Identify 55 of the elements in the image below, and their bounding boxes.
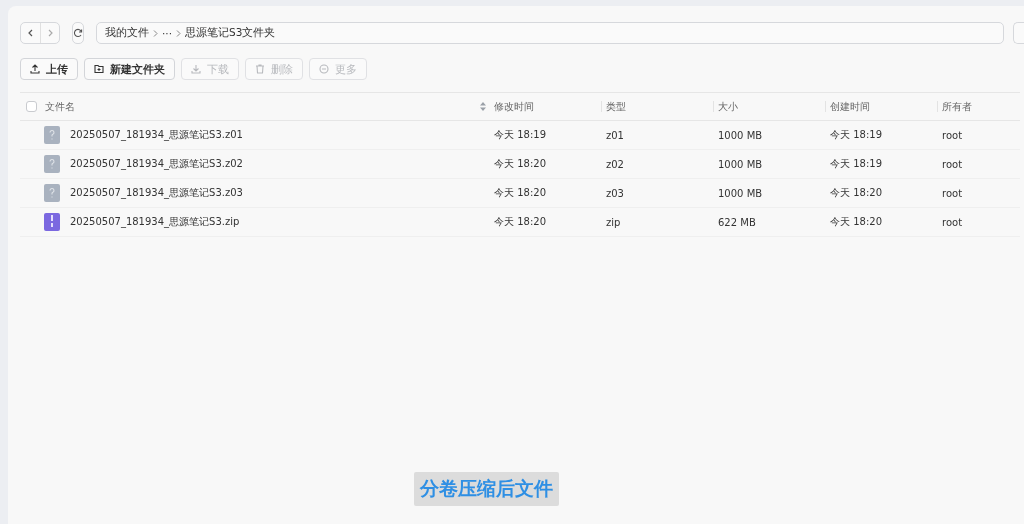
column-header[interactable]: 大小	[713, 100, 738, 112]
table-cell: 1000 MB	[718, 187, 763, 199]
upload-button[interactable]: 上传	[20, 58, 78, 80]
caption-label: 分卷压缩后文件	[414, 472, 559, 506]
table-cell: root	[942, 187, 963, 199]
column-header[interactable]: 文件名	[45, 99, 75, 114]
column-header[interactable]: 类型	[601, 100, 626, 112]
select-all-checkbox[interactable]	[26, 101, 37, 112]
table-cell: 今天 18:19	[830, 129, 882, 140]
chevron-right-icon	[46, 29, 54, 37]
table-cell: z03	[606, 187, 624, 199]
unknown-file-icon	[44, 184, 60, 202]
unknown-file-icon	[44, 155, 60, 173]
table-cell: 622 MB	[718, 216, 756, 228]
chevron-right-icon	[153, 29, 158, 37]
more-icon	[319, 64, 329, 74]
unknown-file-icon	[44, 126, 60, 144]
file-name[interactable]: 20250507_181934_思源笔记S3.z01	[70, 128, 243, 142]
trash-icon	[255, 64, 265, 74]
table-cell: z02	[606, 158, 624, 170]
column-header[interactable]: 所有者	[937, 100, 972, 112]
table-cell: 1000 MB	[718, 129, 763, 141]
table-cell: 今天 18:19	[830, 158, 882, 169]
table-cell: 今天 18:20	[494, 187, 546, 198]
folder-plus-icon	[94, 64, 104, 74]
chevron-right-icon	[176, 29, 181, 37]
table-cell: 今天 18:20	[494, 158, 546, 169]
column-header[interactable]: 创建时间	[825, 100, 870, 112]
table-cell: root	[942, 129, 963, 141]
breadcrumb-item[interactable]: ···	[162, 27, 172, 39]
table-cell: zip	[606, 216, 621, 228]
sort-icon[interactable]	[480, 102, 486, 111]
table-cell: z01	[606, 129, 624, 141]
breadcrumb-item[interactable]: 我的文件	[105, 26, 149, 40]
refresh-icon	[73, 28, 83, 38]
zip-file-icon	[44, 213, 60, 231]
file-name[interactable]: 20250507_181934_思源笔记S3.z03	[70, 186, 243, 200]
table-cell: 1000 MB	[718, 158, 763, 170]
file-name[interactable]: 20250507_181934_思源笔记S3.z02	[70, 157, 243, 171]
download-icon	[191, 64, 201, 74]
refresh-button[interactable]	[72, 22, 84, 44]
table-cell: 今天 18:20	[830, 216, 882, 227]
table-cell: 今天 18:20	[830, 187, 882, 198]
table-cell: root	[942, 158, 963, 170]
folder-button[interactable]: 新建文件夹	[84, 58, 175, 80]
upload-icon	[30, 64, 40, 74]
file-name[interactable]: 20250507_181934_思源笔记S3.zip	[70, 215, 240, 229]
column-header[interactable]: 修改时间	[494, 100, 534, 112]
address-bar[interactable]: 我的文件 ··· 思源笔记S3文件夹	[96, 22, 1004, 44]
side-button[interactable]	[1013, 22, 1024, 44]
table-cell: 今天 18:19	[494, 129, 546, 140]
table-cell: root	[942, 216, 963, 228]
table-cell: 今天 18:20	[494, 216, 546, 227]
breadcrumb-item[interactable]: 思源笔记S3文件夹	[185, 26, 276, 40]
chevron-left-icon	[26, 29, 35, 37]
